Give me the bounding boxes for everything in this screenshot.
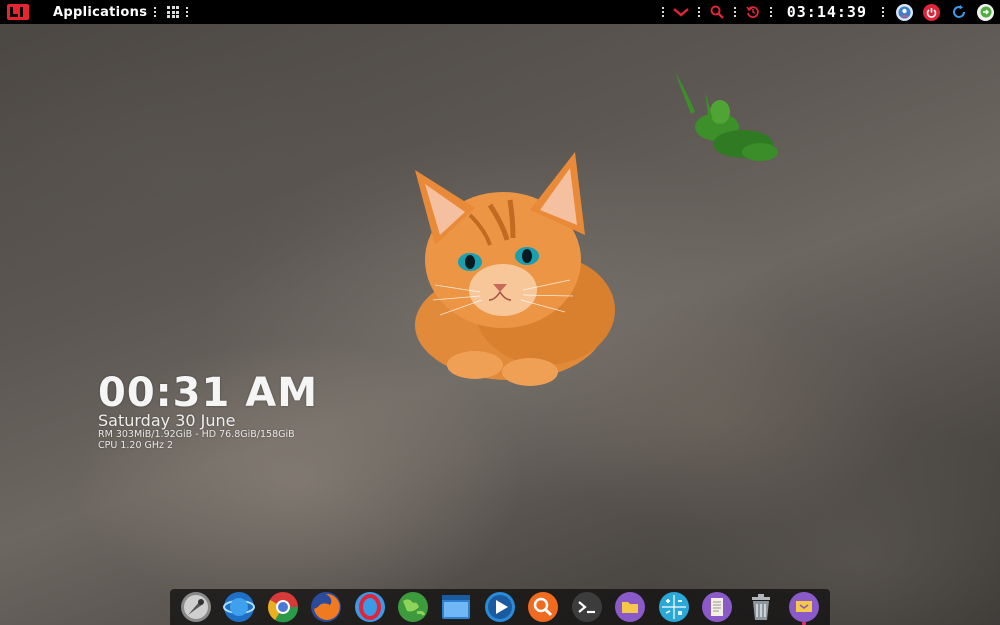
terminal-icon[interactable] — [570, 590, 604, 624]
power-icon[interactable] — [923, 3, 940, 21]
folder-icon[interactable] — [613, 590, 647, 624]
separator-dots-icon — [186, 7, 189, 17]
separator-dots-icon — [769, 7, 772, 17]
widget-cpu: CPU 1.20 GHz 2 — [98, 440, 174, 451]
top-panel: Applications 03:14:39 — [0, 0, 1000, 24]
trash-icon[interactable] — [744, 590, 778, 624]
media-player-icon[interactable] — [483, 590, 517, 624]
dock — [170, 589, 830, 625]
separator-dots-icon — [154, 7, 157, 17]
distro-logo-icon[interactable] — [7, 4, 29, 20]
search-icon[interactable] — [709, 4, 725, 20]
firefox-icon[interactable] — [309, 590, 343, 624]
desktop-clock-widget: 00:31 AM Saturday 30 June RM 303MiB/1.92… — [98, 372, 318, 451]
user-avatar-icon[interactable] — [896, 3, 913, 21]
widget-time: 00:31 AM — [98, 370, 319, 416]
window-icon[interactable] — [439, 590, 473, 624]
separator-dots-icon — [697, 7, 700, 17]
calculator-icon[interactable] — [657, 590, 691, 624]
history-icon[interactable] — [745, 4, 761, 20]
app-grid-icon[interactable] — [167, 6, 180, 18]
monitor-icon[interactable] — [787, 590, 821, 625]
chevron-down-icon[interactable] — [672, 4, 689, 20]
kitten-image — [395, 150, 620, 394]
search-icon[interactable] — [526, 590, 560, 624]
opera-icon[interactable] — [353, 590, 387, 624]
separator-dots-icon — [661, 7, 664, 17]
globe-browser-icon[interactable] — [222, 590, 256, 624]
refresh-icon[interactable] — [950, 4, 967, 21]
grass-patch-image — [665, 72, 790, 171]
panel-clock[interactable]: 03:14:39 — [787, 3, 867, 21]
text-editor-icon[interactable] — [700, 590, 734, 624]
system-tray: 03:14:39 — [655, 0, 1000, 24]
applications-menu-button[interactable]: Applications — [53, 5, 147, 20]
separator-dots-icon — [882, 7, 884, 17]
logout-icon[interactable] — [977, 3, 994, 21]
separator-dots-icon — [733, 7, 736, 17]
chrome-icon[interactable] — [266, 590, 300, 624]
widget-memory-disk: RM 303MiB/1.92GiB - HD 76.8GiB/158GiB — [98, 429, 295, 440]
rocket-icon[interactable] — [179, 590, 213, 624]
earth-icon[interactable] — [396, 590, 430, 624]
